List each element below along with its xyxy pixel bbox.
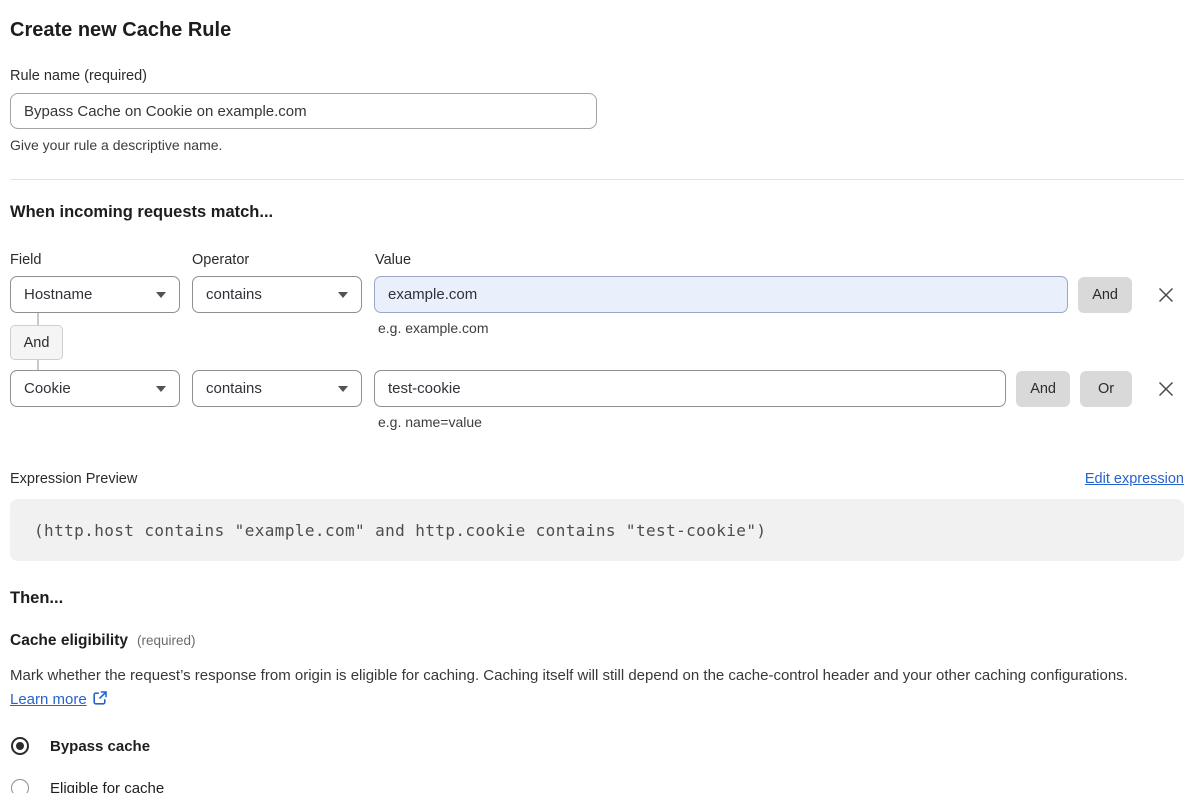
close-icon: [1158, 381, 1174, 396]
field-select-value: Cookie: [24, 380, 71, 397]
chevron-down-icon: [338, 292, 348, 298]
radio-selected-icon[interactable]: [11, 737, 29, 755]
remove-condition-button[interactable]: [1154, 377, 1178, 401]
match-heading: When incoming requests match...: [10, 203, 274, 221]
expression-preview-label: Expression Preview: [10, 471, 138, 487]
value-hint: e.g. name=value: [378, 414, 482, 430]
and-button[interactable]: And: [1016, 370, 1070, 407]
expression-preview-block: (http.host contains "example.com" and ht…: [10, 499, 1184, 561]
condition-column-labels: Field Operator Value: [10, 252, 1184, 268]
condition-row: Hostname contains And: [10, 276, 1184, 313]
operator-select-value: contains: [206, 286, 262, 303]
close-icon: [1158, 287, 1174, 302]
expression-header: Expression Preview Edit expression: [10, 471, 1184, 487]
field-select[interactable]: Cookie: [10, 370, 180, 407]
value-input[interactable]: [374, 276, 1069, 313]
cache-eligibility-label: Cache eligibility: [10, 632, 129, 649]
operator-select[interactable]: contains: [192, 370, 362, 407]
remove-condition-button[interactable]: [1154, 283, 1178, 307]
chevron-down-icon: [338, 386, 348, 392]
rule-name-input[interactable]: [10, 93, 597, 129]
operator-column-label: Operator: [192, 252, 250, 268]
and-button[interactable]: And: [1078, 276, 1132, 313]
required-note: (required): [137, 633, 196, 648]
edit-expression-link[interactable]: Edit expression: [1085, 471, 1184, 487]
value-input[interactable]: [374, 370, 1007, 407]
value-column-label: Value: [375, 252, 412, 268]
section-divider: [10, 179, 1184, 180]
chevron-down-icon: [156, 386, 166, 392]
field-column-label: Field: [10, 252, 42, 268]
rule-name-helper: Give your rule a descriptive name.: [10, 137, 223, 153]
radio-unselected-icon[interactable]: [11, 779, 29, 793]
connector-line: [37, 360, 39, 370]
or-button[interactable]: Or: [1080, 370, 1132, 407]
and-connector: And: [10, 313, 63, 370]
page-title: Create new Cache Rule: [10, 19, 232, 41]
condition-row: Cookie contains And Or: [10, 370, 1184, 407]
value-hint: e.g. example.com: [378, 320, 489, 336]
expression-code: (http.host contains "example.com" and ht…: [34, 520, 767, 540]
option-eligible-for-cache[interactable]: Eligible for cache: [10, 779, 1184, 793]
operator-select[interactable]: contains: [192, 276, 362, 313]
cache-eligibility-description: Mark whether the request’s response from…: [10, 664, 1170, 714]
learn-more-link[interactable]: Learn more: [10, 691, 87, 708]
option-bypass-cache[interactable]: Bypass cache: [10, 737, 1184, 755]
radio-label: Bypass cache: [50, 737, 151, 755]
connector-line: [37, 313, 39, 325]
field-select-value: Hostname: [24, 286, 93, 303]
then-heading: Then...: [10, 589, 64, 607]
create-cache-rule-form: Create new Cache Rule Rule name (require…: [0, 0, 1200, 793]
external-link-icon: [92, 690, 108, 714]
description-text: Mark whether the request’s response from…: [10, 667, 1128, 684]
and-connector-badge: And: [10, 325, 63, 360]
operator-select-value: contains: [206, 380, 262, 397]
chevron-down-icon: [156, 292, 166, 298]
field-select[interactable]: Hostname: [10, 276, 180, 313]
condition-connector-area: e.g. example.com And: [10, 313, 1184, 370]
cache-eligibility-header: Cache eligibility (required): [10, 632, 1184, 650]
rule-name-label: Rule name (required): [10, 68, 148, 84]
radio-label: Eligible for cache: [50, 779, 165, 793]
